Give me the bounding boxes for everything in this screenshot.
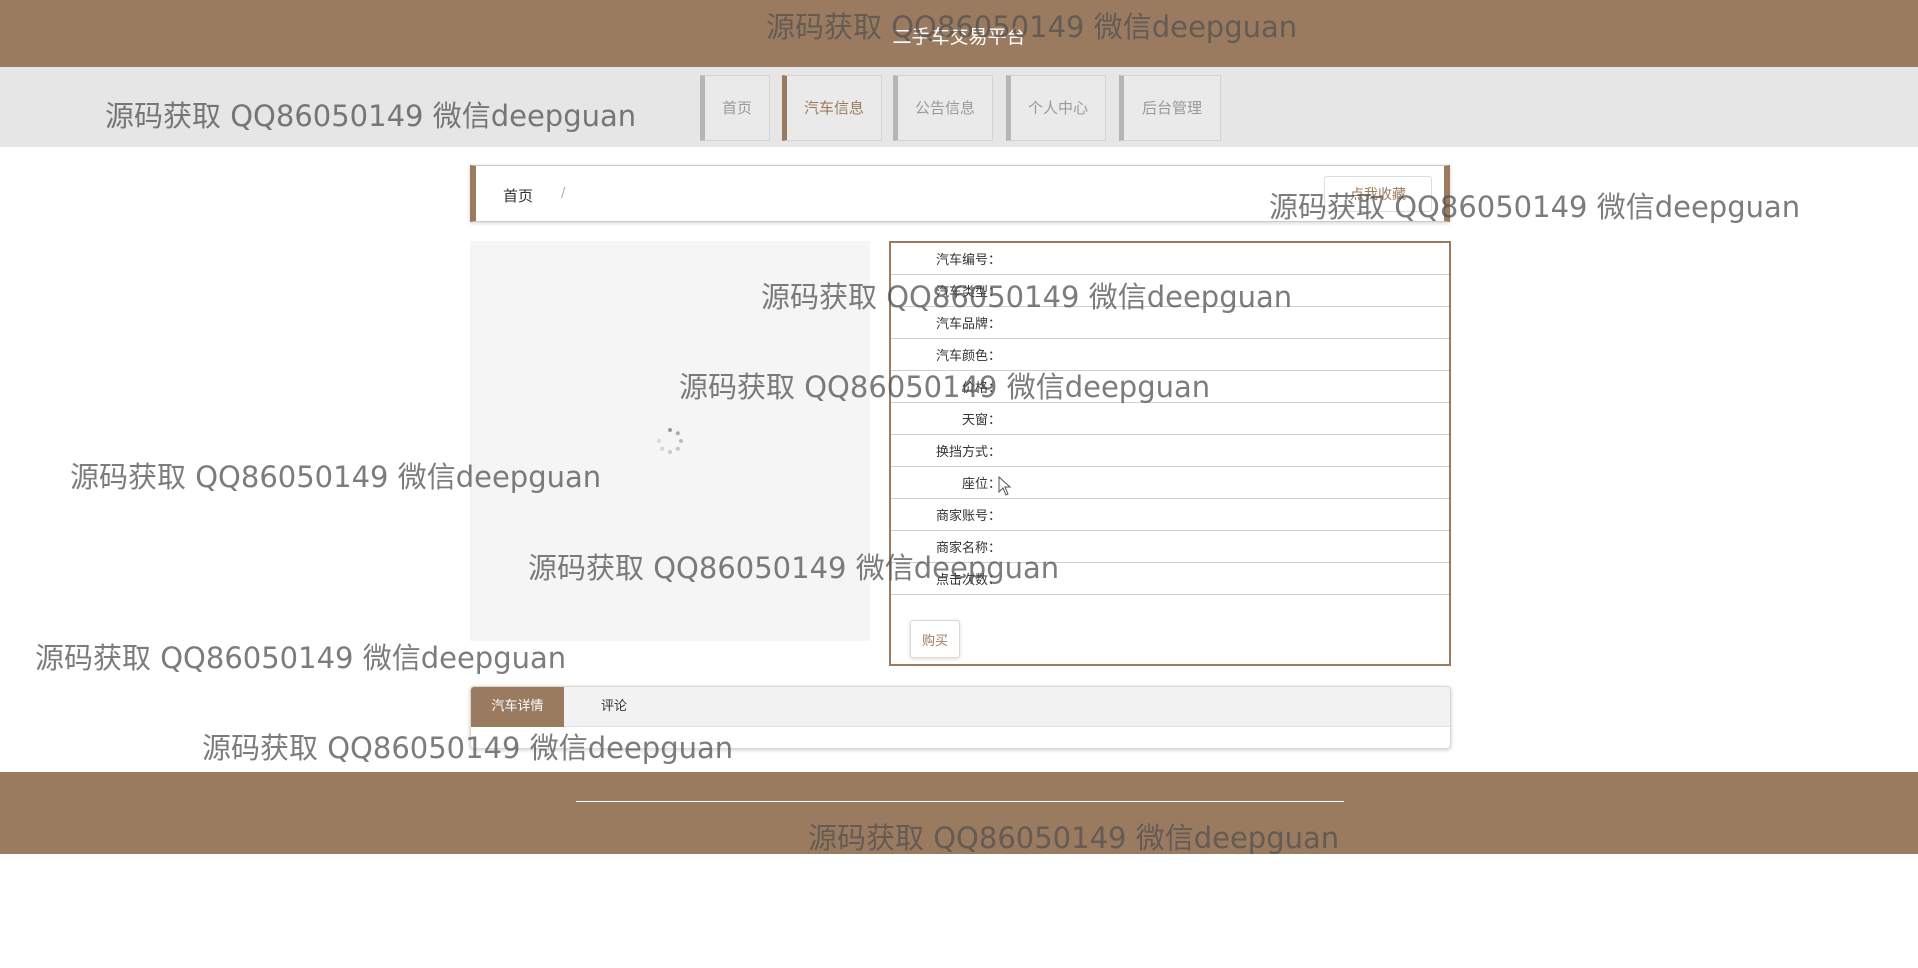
detail-row-sunroof: 天窗： <box>891 403 1449 435</box>
detail-label: 商家名称： <box>935 541 1001 556</box>
detail-row-seats: 座位： <box>891 467 1449 499</box>
detail-row-click-count: 点击次数： <box>891 563 1449 595</box>
car-details-panel: 汽车编号： 汽车类型： 汽车品牌： 汽车颜色： 价格： 天窗： 换挡方式： 座位… <box>889 241 1451 666</box>
nav-item-announcements[interactable]: 公告信息 <box>893 75 993 141</box>
detail-label: 商家账号： <box>935 509 1001 524</box>
detail-label: 天窗： <box>961 413 1001 428</box>
breadcrumb-separator: / <box>561 186 566 201</box>
loading-spinner-icon <box>657 428 683 454</box>
footer <box>0 772 1918 854</box>
buy-button[interactable]: 购买 <box>910 620 960 658</box>
mouse-cursor-icon <box>998 476 1012 496</box>
tab-comments[interactable]: 评论 <box>564 687 664 727</box>
detail-row-merchant-account: 商家账号： <box>891 499 1449 531</box>
detail-row-car-number: 汽车编号： <box>891 243 1449 275</box>
nav-item-home[interactable]: 首页 <box>700 75 770 141</box>
tab-car-details[interactable]: 汽车详情 <box>471 687 564 727</box>
top-header: 二手车交易平台 <box>0 0 1918 67</box>
detail-row-car-color: 汽车颜色： <box>891 339 1449 371</box>
detail-tabs: 汽车详情 评论 <box>470 686 1451 749</box>
detail-row-car-brand: 汽车品牌： <box>891 307 1449 339</box>
detail-label: 汽车颜色： <box>935 349 1001 364</box>
detail-label: 汽车编号： <box>935 253 1001 268</box>
car-image-panel <box>470 241 870 641</box>
nav-item-personal-center[interactable]: 个人中心 <box>1006 75 1106 141</box>
watermark-text: 源码获取 QQ86050149 微信deepguan <box>35 641 567 675</box>
nav-item-admin[interactable]: 后台管理 <box>1119 75 1221 141</box>
detail-label: 点击次数： <box>935 573 1001 588</box>
nav-item-car-info[interactable]: 汽车信息 <box>782 75 882 141</box>
detail-label: 换挡方式： <box>935 445 1001 460</box>
main-navigation: 首页 汽车信息 公告信息 个人中心 后台管理 <box>0 67 1918 147</box>
breadcrumb: 首页 / 点我收藏 <box>470 165 1450 222</box>
detail-label: 价格： <box>961 381 1001 396</box>
tab-header: 汽车详情 评论 <box>471 687 1450 727</box>
detail-row-price: 价格： <box>891 371 1449 403</box>
detail-row-car-type: 汽车类型： <box>891 275 1449 307</box>
footer-divider <box>576 801 1344 802</box>
detail-label: 座位： <box>961 477 1001 492</box>
site-title: 二手车交易平台 <box>892 26 1026 48</box>
breadcrumb-home-link[interactable]: 首页 <box>503 185 533 206</box>
detail-row-transmission: 换挡方式： <box>891 435 1449 467</box>
detail-row-merchant-name: 商家名称： <box>891 531 1449 563</box>
detail-label: 汽车品牌： <box>935 317 1001 332</box>
detail-label: 汽车类型： <box>935 285 1001 300</box>
favorite-button[interactable]: 点我收藏 <box>1324 176 1432 212</box>
